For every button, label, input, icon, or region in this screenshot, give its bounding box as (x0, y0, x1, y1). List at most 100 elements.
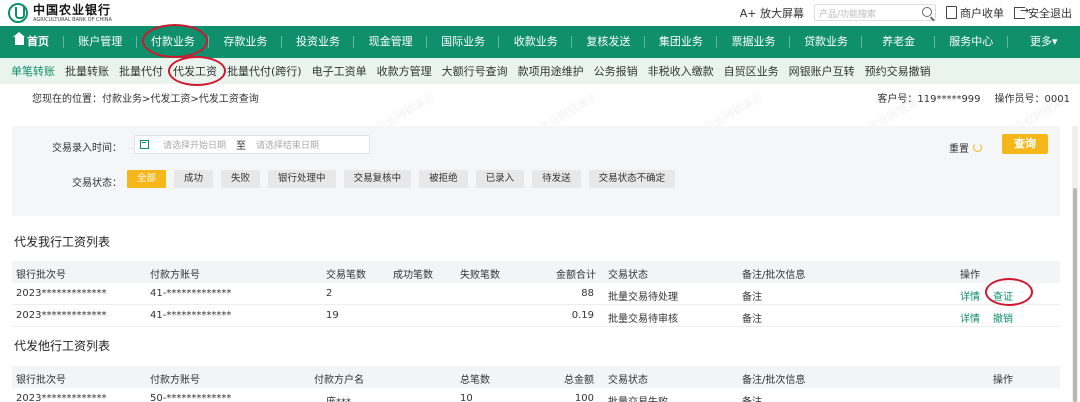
bank-logo[interactable]: 中国农业银行 AGRICULTURAL BANK OF CHINA (8, 3, 112, 23)
table-header: 银行批次号 付款方账号 付款方户名 总笔数 总金额 交易状态 备注/批次信息 操… (12, 366, 1060, 388)
table-row: 2023************* 50-************* 庞*** … (12, 388, 1060, 402)
logout-button[interactable]: 安全退出 (1014, 4, 1072, 21)
cell-count: 2 (326, 288, 333, 299)
search-icon[interactable] (922, 7, 932, 17)
refresh-icon (973, 143, 982, 152)
col-batch: 银行批次号 (16, 375, 66, 386)
cell-note: 备注 (742, 292, 762, 303)
cell-amount: 0.19 (571, 310, 594, 321)
status-uncertain[interactable]: 交易状态不确定 (588, 170, 676, 188)
subnav-cancel-scheduled[interactable]: 预约交易撤销 (860, 63, 936, 79)
subnav-batch-pay-interbank[interactable]: 批量代付(跨行) (222, 63, 307, 79)
subnav-payee-mgmt[interactable]: 收款方管理 (372, 63, 437, 79)
table2-title: 代发他行工资列表 (14, 339, 111, 353)
sub-nav: 单笔转账 批量转账 批量代付 代发工资 批量代付(跨行) 电子工资单 收款方管理… (0, 58, 1080, 84)
nav-pension[interactable]: 养老金 (862, 26, 935, 58)
nav-international[interactable]: 国际业务 (427, 26, 500, 58)
nav-deposit[interactable]: 存款业务 (209, 26, 282, 58)
subnav-nontax[interactable]: 非税收入缴款 (643, 63, 719, 79)
subnav-account-transfer[interactable]: 网银账户互转 (784, 63, 860, 79)
details-link[interactable]: 详情 (960, 310, 980, 325)
cell-status: 批量交易失败 (608, 393, 668, 402)
revoke-link[interactable]: 撤销 (993, 310, 1013, 325)
cell-batch: 2023************* (16, 288, 107, 299)
status-label: 交易状态： (72, 178, 122, 189)
product-search-input[interactable]: 产品/功能搜索 (814, 4, 936, 21)
cell-amount: 88 (581, 288, 594, 299)
filter-panel: 交易录入时间： 请选择开始日期 至 请选择结束日期 交易状态： 全部 成功 失败… (12, 126, 1060, 216)
subnav-batch-transfer[interactable]: 批量转账 (60, 63, 114, 79)
table-row: 2023************* 41-************* 2 88 … (12, 283, 1060, 305)
nav-account[interactable]: 账户管理 (64, 26, 137, 58)
col-note: 备注/批次信息 (742, 270, 806, 281)
abc-logo-icon (8, 3, 28, 23)
subnav-e-payslip[interactable]: 电子工资单 (307, 63, 372, 79)
subnav-single-transfer[interactable]: 单笔转账 (6, 63, 60, 79)
nav-loans[interactable]: 贷款业务 (790, 26, 863, 58)
status-all[interactable]: 全部 (127, 170, 167, 188)
subnav-batch-pay[interactable]: 批量代付 (114, 63, 168, 79)
nav-more[interactable]: 更多▾ (1008, 26, 1080, 58)
status-success[interactable]: 成功 (174, 170, 214, 188)
breadcrumb: 您现在的位置：付款业务>代发工资>代发工资查询 (32, 94, 259, 105)
status-rejected[interactable]: 被拒绝 (419, 170, 468, 188)
nav-home[interactable]: 首页 (0, 26, 64, 58)
col-account: 付款方账号 (150, 375, 200, 386)
cell-count: 19 (326, 310, 339, 321)
document-icon (946, 6, 957, 19)
cell-note: 备注 (742, 393, 762, 402)
bank-name-en: AGRICULTURAL BANK OF CHINA (33, 16, 112, 23)
status-reviewing[interactable]: 交易复核中 (343, 170, 412, 188)
table-header: 银行批次号 付款方账号 交易笔数 成功笔数 失败笔数 金额合计 交易状态 备注/… (12, 261, 1060, 283)
breadcrumb-row: 您现在的位置：付款业务>代发工资>代发工资查询 客户号：119*****999 … (0, 84, 1080, 110)
status-processing[interactable]: 银行处理中 (268, 170, 336, 188)
subnav-purpose-maint[interactable]: 款项用途维护 (513, 63, 589, 79)
query-button[interactable]: 查询 (1002, 134, 1048, 154)
main-nav: 首页 账户管理 付款业务 存款业务 投资业务 现金管理 国际业务 收款业务 复核… (0, 26, 1080, 58)
subnav-bank-code-query[interactable]: 大额行号查询 (437, 63, 513, 79)
col-note: 备注/批次信息 (742, 375, 806, 386)
bank-name-cn: 中国农业银行 (33, 2, 112, 17)
customer-number: 客户号：119*****999 (877, 94, 981, 105)
nav-service[interactable]: 服务中心 (935, 26, 1008, 58)
nav-bills[interactable]: 票据业务 (717, 26, 790, 58)
operator-number: 操作员号：0001 (994, 94, 1070, 105)
date-range-picker[interactable]: 请选择开始日期 至 请选择结束日期 (134, 135, 370, 154)
nav-review-send[interactable]: 复核发送 (572, 26, 645, 58)
zoom-screen-button[interactable]: A+ 放大屏幕 (740, 5, 804, 21)
nav-invest[interactable]: 投资业务 (282, 26, 355, 58)
cell-account: 41-************* (150, 310, 232, 321)
payroll-own-bank-table: 银行批次号 付款方账号 交易笔数 成功笔数 失败笔数 金额合计 交易状态 备注/… (12, 261, 1060, 327)
exit-icon (1014, 4, 1029, 19)
cell-batch: 2023************* (16, 310, 107, 321)
cell-note: 备注 (742, 314, 762, 325)
merchant-button[interactable]: 商户收单 (946, 5, 1004, 21)
subnav-payroll[interactable]: 代发工资 (168, 63, 222, 79)
end-date-input[interactable]: 请选择结束日期 (256, 138, 319, 151)
verify-link[interactable]: 查证 (993, 288, 1013, 303)
nav-group[interactable]: 集团业务 (645, 26, 718, 58)
reset-button[interactable]: 重置 (949, 140, 982, 155)
status-pending-send[interactable]: 待发送 (532, 170, 581, 188)
logout-label: 安全退出 (1028, 6, 1072, 20)
nav-collection[interactable]: 收款业务 (499, 26, 572, 58)
col-amount: 金额合计 (556, 270, 596, 281)
col-total-count: 总笔数 (460, 375, 490, 386)
nav-cash[interactable]: 现金管理 (354, 26, 427, 58)
col-failed: 失败笔数 (460, 270, 500, 281)
status-entered[interactable]: 已录入 (475, 170, 525, 188)
table-row: 2023************* 41-************* 19 0.… (12, 305, 1060, 327)
cell-account: 50-************* (150, 393, 232, 402)
merchant-label: 商户收单 (960, 6, 1004, 20)
subnav-reimburse[interactable]: 公务报销 (589, 63, 643, 79)
cell-status: 批量交易待审核 (608, 314, 678, 325)
scrollbar-thumb[interactable] (1073, 188, 1077, 402)
start-date-input[interactable]: 请选择开始日期 (163, 138, 226, 151)
nav-home-label: 首页 (27, 35, 49, 48)
status-failed[interactable]: 失败 (221, 170, 261, 188)
details-link[interactable]: 详情 (960, 288, 980, 303)
nav-payment[interactable]: 付款业务 (137, 26, 210, 58)
home-icon (13, 32, 25, 45)
search-placeholder: 产品/功能搜索 (819, 10, 877, 20)
subnav-ftz[interactable]: 自贸区业务 (719, 63, 784, 79)
